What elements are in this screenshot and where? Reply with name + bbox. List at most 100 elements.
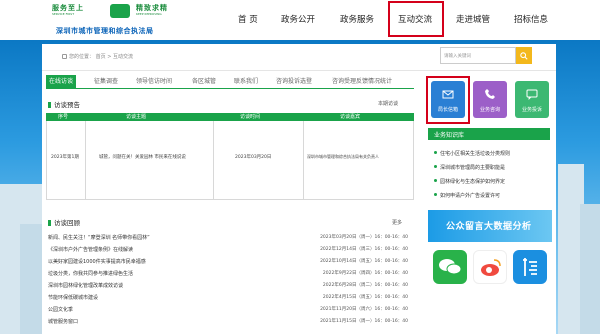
- item-date: 2022年12月14日（周三）16：00-16：40: [320, 247, 408, 252]
- tab-leader-visit[interactable]: 领导信访时间: [136, 75, 172, 88]
- logo-emblem-icon: [110, 4, 130, 18]
- site-logo[interactable]: 服务至上 SERVICE FIRST 精致求精 KEEP IMPROVING 深…: [52, 3, 192, 39]
- tab-survey[interactable]: 征集调查: [94, 75, 118, 88]
- nav-gov-service[interactable]: 政务服务: [340, 13, 374, 25]
- nav-about[interactable]: 走进城管: [456, 13, 490, 25]
- item-date: 2021年11月20日（周六）16：00-16：40: [320, 307, 408, 312]
- wechat-icon[interactable]: [433, 250, 467, 284]
- consult-button[interactable]: 业务咨询: [473, 81, 507, 118]
- complaint-button[interactable]: 业务投诉: [515, 81, 549, 118]
- complaint-icon: [526, 89, 538, 100]
- quick-label: 业务咨询: [479, 107, 500, 113]
- item-title[interactable]: 城管服务窗口: [48, 318, 78, 325]
- search-input[interactable]: 请输入关键词: [440, 47, 516, 64]
- city-building: [20, 224, 44, 334]
- item-date: 2023年03月20日（周一）16：00-16：40: [320, 235, 408, 240]
- th-guest: 访谈嘉宾: [340, 114, 361, 120]
- logo-slogan-left-en: SERVICE FIRST: [52, 12, 75, 16]
- tab-underline: [46, 88, 414, 89]
- ad-text: 公众留言大数据分析: [446, 222, 532, 232]
- data-analysis-banner[interactable]: 公众留言大数据分析: [428, 210, 552, 242]
- nav-highlight-box: [388, 1, 444, 37]
- section-bar-icon: [48, 220, 51, 226]
- knowledge-item[interactable]: 住宅小区相关生活垃圾分类规则: [434, 150, 510, 157]
- breadcrumb-home[interactable]: 首页: [96, 54, 106, 60]
- search-icon: [520, 51, 528, 60]
- item-date: 2022年9月22日（周四）16：00-16：40: [322, 271, 408, 276]
- nav-gov-info[interactable]: 政务公开: [281, 13, 315, 25]
- td-guest: 深圳市城市管理和综合执法局有关负责人: [307, 154, 379, 159]
- item-title[interactable]: 深圳市园林绿化管理改革成效访谈: [48, 282, 123, 289]
- knowledge-item-text[interactable]: 园林绿化与生态保护如何界定: [440, 179, 505, 185]
- breadcrumb-prefix: 您的位置：: [69, 54, 95, 60]
- list-item[interactable]: 城管服务窗口 2021年11月15日（周一）16：00-16：40: [48, 316, 408, 327]
- preview-more-link[interactable]: 本期访谈: [378, 100, 398, 107]
- tab-contact[interactable]: 联系我们: [234, 75, 258, 88]
- table-divider: [303, 121, 304, 199]
- tab-feedback-stats[interactable]: 咨询受理反馈情况统计: [332, 75, 392, 88]
- section-bar-icon: [48, 102, 51, 108]
- weibo-icon[interactable]: [473, 250, 507, 284]
- review-title-text: 访谈回顾: [54, 219, 80, 227]
- knowledge-item[interactable]: 如何申请户外广告设置许可: [434, 192, 500, 199]
- knowledge-item[interactable]: 园林绿化与生态保护如何界定: [434, 178, 505, 185]
- th-time: 访谈时间: [240, 114, 261, 120]
- preview-table-body: 2023年第1期 城管，问题在关！关爱园林 市民来在线说说 2023年03月20…: [46, 121, 414, 200]
- preview-table-header: 序号 访谈主题 访谈时间 访谈嘉宾: [46, 113, 414, 121]
- item-title[interactable]: 《深圳市户外广告管理条例》在线解读: [48, 246, 133, 253]
- city-building: [580, 204, 600, 334]
- preview-title-text: 访谈预告: [54, 101, 80, 109]
- phone-icon: [485, 89, 495, 99]
- divider: [42, 70, 556, 71]
- tab-online-interview[interactable]: 在线访谈: [46, 75, 77, 88]
- td-time: 2023年03月20日: [235, 155, 272, 160]
- search-button[interactable]: [516, 47, 532, 64]
- preview-title: 访谈预告: [48, 99, 80, 109]
- bullet-icon: [434, 193, 437, 196]
- list-item[interactable]: 公园文化季 2021年11月20日（周六）16：00-16：40: [48, 304, 408, 315]
- item-title[interactable]: 节能环保低碳城市建设: [48, 294, 98, 301]
- list-item[interactable]: 深圳市园林绿化管理改革成效访谈 2022年6月28日（周二）16：00-16：40: [48, 280, 408, 291]
- item-title[interactable]: 垃圾分类，你我共同参与推进绿色生活: [48, 270, 133, 277]
- td-index: 2023年第1期: [51, 155, 79, 160]
- knowledge-item-text[interactable]: 深圳城市管理局的主要职能是: [440, 165, 505, 171]
- item-title[interactable]: 公园文化季: [48, 306, 73, 313]
- review-more-link[interactable]: 更多: [392, 219, 402, 226]
- list-item[interactable]: 垃圾分类，你我共同参与推进绿色生活 2022年9月22日（周四）16：00-16：…: [48, 268, 408, 279]
- item-title[interactable]: 以美好家园建设1000件实事提高市民幸福感: [48, 258, 146, 265]
- tab-district[interactable]: 各区城管: [192, 75, 216, 88]
- breadcrumb-sep: >: [107, 54, 112, 60]
- th-topic: 访谈主题: [126, 114, 147, 120]
- knowledge-item[interactable]: 深圳城市管理局的主要职能是: [434, 164, 505, 171]
- quick-highlight-box: [426, 76, 470, 124]
- item-date: 2022年10月14日（周五）16：00-16：40: [320, 259, 408, 264]
- nav-tender[interactable]: 招标信息: [514, 13, 548, 25]
- list-item[interactable]: 《深圳市户外广告管理条例》在线解读 2022年12月14日（周三）16：00-16…: [48, 244, 408, 255]
- list-item[interactable]: 以美好家园建设1000件实事提高市民幸福感 2022年10月14日（周五）16：0…: [48, 256, 408, 267]
- knowledge-title: 业务知识库: [434, 132, 465, 139]
- knowledge-item-text[interactable]: 住宅小区相关生活垃圾分类规则: [440, 151, 510, 157]
- knowledge-list: 住宅小区相关生活垃圾分类规则 深圳城市管理局的主要职能是 园林绿化与生态保护如何…: [428, 140, 550, 210]
- item-title[interactable]: 新闻、民生关注！“摩登深圳 名师带你看园林”: [48, 234, 150, 241]
- review-title: 访谈回顾: [48, 217, 80, 227]
- logo-org-name: 深圳市城市管理和综合执法局: [56, 27, 154, 35]
- tab-complaints[interactable]: 咨询投诉选登: [276, 75, 312, 88]
- item-date: 2022年4月15日（周五）16：00-16：40: [322, 295, 408, 300]
- table-divider: [213, 121, 214, 199]
- list-item[interactable]: 新闻、民生关注！“摩登深圳 名师带你看园林” 2023年03月20日（周一）16：…: [48, 232, 408, 243]
- list-item[interactable]: 节能环保低碳城市建设 2022年4月15日（周五）16：00-16：40: [48, 292, 408, 303]
- td-topic[interactable]: 城管，问题在关！关爱园林 市民来在线说说: [99, 154, 186, 160]
- quick-label: 业务投诉: [521, 107, 542, 113]
- bullet-icon: [434, 151, 437, 154]
- item-date: 2021年11月15日（周一）16：00-16：40: [320, 319, 408, 324]
- th-index: 序号: [58, 114, 69, 120]
- app-icon[interactable]: [513, 250, 547, 284]
- item-date: 2022年6月28日（周二）16：00-16：40: [322, 283, 408, 288]
- nav-home[interactable]: 首 页: [238, 13, 258, 25]
- breadcrumb: 您的位置： 首页 > 互动交流: [62, 53, 133, 60]
- knowledge-item-text[interactable]: 如何申请户外广告设置许可: [440, 193, 500, 199]
- location-icon: [62, 54, 67, 59]
- site-header: 服务至上 SERVICE FIRST 精致求精 KEEP IMPROVING 深…: [0, 0, 600, 40]
- table-divider: [85, 121, 86, 199]
- breadcrumb-current[interactable]: 互动交流: [113, 54, 133, 60]
